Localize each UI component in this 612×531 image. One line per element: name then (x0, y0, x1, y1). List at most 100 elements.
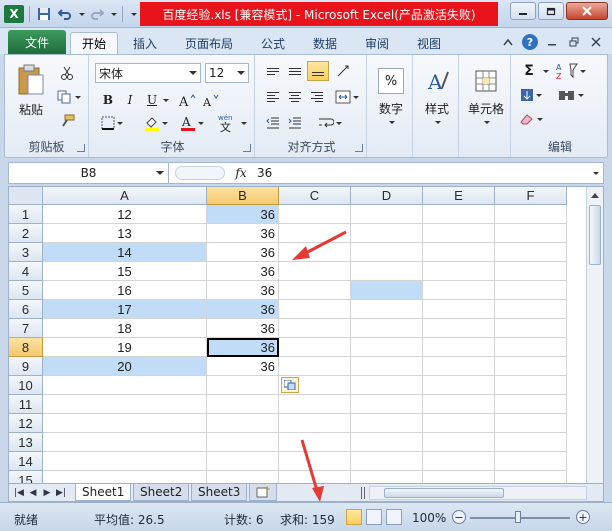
cell[interactable]: 15 (43, 262, 207, 281)
sheet-tab-sheet3[interactable]: Sheet3 (191, 484, 248, 501)
cell[interactable] (495, 243, 567, 262)
sheet-tab-sheet1[interactable]: Sheet1 (75, 484, 132, 501)
grow-font-icon[interactable]: A (177, 91, 199, 109)
cell[interactable]: 36 (207, 357, 279, 376)
align-right-icon[interactable] (307, 87, 327, 107)
undo-icon[interactable] (56, 5, 74, 23)
cut-icon[interactable] (55, 63, 79, 83)
copy-icon[interactable] (55, 87, 83, 107)
row-header[interactable]: 9 (9, 357, 43, 376)
cell[interactable] (279, 224, 351, 243)
column-header[interactable]: C (279, 187, 351, 205)
underline-button[interactable]: U (143, 91, 161, 109)
zoom-level[interactable]: 100% (412, 511, 446, 525)
cells-button[interactable]: 单元格 (463, 61, 509, 131)
cell[interactable] (423, 205, 495, 224)
clear-icon[interactable] (517, 109, 545, 129)
cell[interactable]: 36 (207, 319, 279, 338)
styles-button[interactable]: A 样式 (419, 61, 455, 131)
cell[interactable] (351, 319, 423, 338)
fill-icon[interactable] (517, 85, 545, 105)
cell[interactable] (423, 262, 495, 281)
cell[interactable]: 12 (43, 205, 207, 224)
cell[interactable] (279, 433, 351, 452)
cell[interactable] (279, 338, 351, 357)
align-bottom-icon[interactable] (307, 61, 329, 81)
cell[interactable] (207, 452, 279, 471)
cell[interactable] (495, 262, 567, 281)
row-header[interactable]: 8 (9, 338, 43, 357)
cell[interactable] (423, 281, 495, 300)
align-top-icon[interactable] (263, 61, 283, 81)
cell[interactable] (43, 433, 207, 452)
cell[interactable] (207, 395, 279, 414)
tab-split-handle[interactable] (361, 487, 365, 499)
tab-insert[interactable]: 插入 (122, 32, 168, 54)
cell[interactable]: 17 (43, 300, 207, 319)
autosum-dropdown-icon[interactable] (541, 61, 549, 81)
first-sheet-icon[interactable]: |◀ (13, 486, 25, 500)
find-select-icon[interactable] (555, 85, 587, 105)
cell[interactable] (43, 471, 207, 483)
row-header[interactable]: 7 (9, 319, 43, 338)
cell[interactable] (423, 300, 495, 319)
cell[interactable] (351, 395, 423, 414)
cell[interactable] (279, 243, 351, 262)
font-size-combo[interactable]: 12 (205, 63, 249, 83)
cell[interactable] (423, 243, 495, 262)
redo-icon[interactable] (88, 5, 106, 23)
minimize-button[interactable] (510, 2, 536, 20)
cell[interactable] (351, 471, 423, 483)
cell[interactable] (43, 376, 207, 395)
wrap-text-icon[interactable] (315, 113, 345, 133)
formula-content[interactable]: 36 (257, 163, 272, 183)
vertical-scrollbar[interactable] (586, 187, 603, 483)
cell[interactable] (351, 452, 423, 471)
cell[interactable] (279, 205, 351, 224)
cell[interactable] (279, 319, 351, 338)
paste-button[interactable]: 粘贴 (11, 59, 51, 121)
row-header[interactable]: 13 (9, 433, 43, 452)
horizontal-scrollbar[interactable] (369, 486, 587, 500)
cell[interactable]: 36 (207, 262, 279, 281)
cell[interactable] (279, 357, 351, 376)
fill-color-icon[interactable] (141, 113, 171, 133)
row-header[interactable]: 10 (9, 376, 43, 395)
excel-logo-icon[interactable]: X (4, 5, 24, 23)
name-box[interactable]: B8 (9, 163, 169, 183)
column-header[interactable]: D (351, 187, 423, 205)
cell[interactable] (351, 433, 423, 452)
cell[interactable]: 36 (207, 224, 279, 243)
borders-icon[interactable] (99, 113, 125, 133)
column-header[interactable]: F (495, 187, 567, 205)
expand-formula-bar-icon[interactable] (589, 166, 601, 180)
tab-data[interactable]: 数据 (302, 32, 348, 54)
cell[interactable]: 36 (207, 300, 279, 319)
cell[interactable] (279, 471, 351, 483)
cell[interactable] (423, 452, 495, 471)
cell[interactable] (351, 338, 423, 357)
last-sheet-icon[interactable]: ▶| (55, 486, 67, 500)
align-left-icon[interactable] (263, 87, 283, 107)
vertical-scroll-thumb[interactable] (589, 205, 601, 265)
close-button[interactable] (566, 2, 608, 20)
cell[interactable] (495, 471, 567, 483)
cell[interactable] (279, 281, 351, 300)
cell[interactable] (351, 376, 423, 395)
format-painter-icon[interactable] (55, 111, 79, 131)
clipboard-launcher-icon[interactable] (77, 144, 85, 152)
normal-view-button[interactable] (346, 509, 362, 525)
cell[interactable]: 36 (207, 338, 279, 357)
cell[interactable]: 36 (207, 243, 279, 262)
alignment-launcher-icon[interactable] (355, 144, 363, 152)
zoom-in-button[interactable]: + (576, 510, 590, 524)
restore-button[interactable] (538, 2, 564, 20)
cell[interactable] (279, 395, 351, 414)
insert-function-icon[interactable]: fx (231, 163, 251, 183)
cell[interactable] (279, 262, 351, 281)
cell[interactable]: 19 (43, 338, 207, 357)
cell[interactable] (495, 452, 567, 471)
column-header[interactable]: A (43, 187, 207, 205)
collapse-ribbon-icon[interactable] (500, 34, 516, 50)
cell[interactable] (207, 433, 279, 452)
